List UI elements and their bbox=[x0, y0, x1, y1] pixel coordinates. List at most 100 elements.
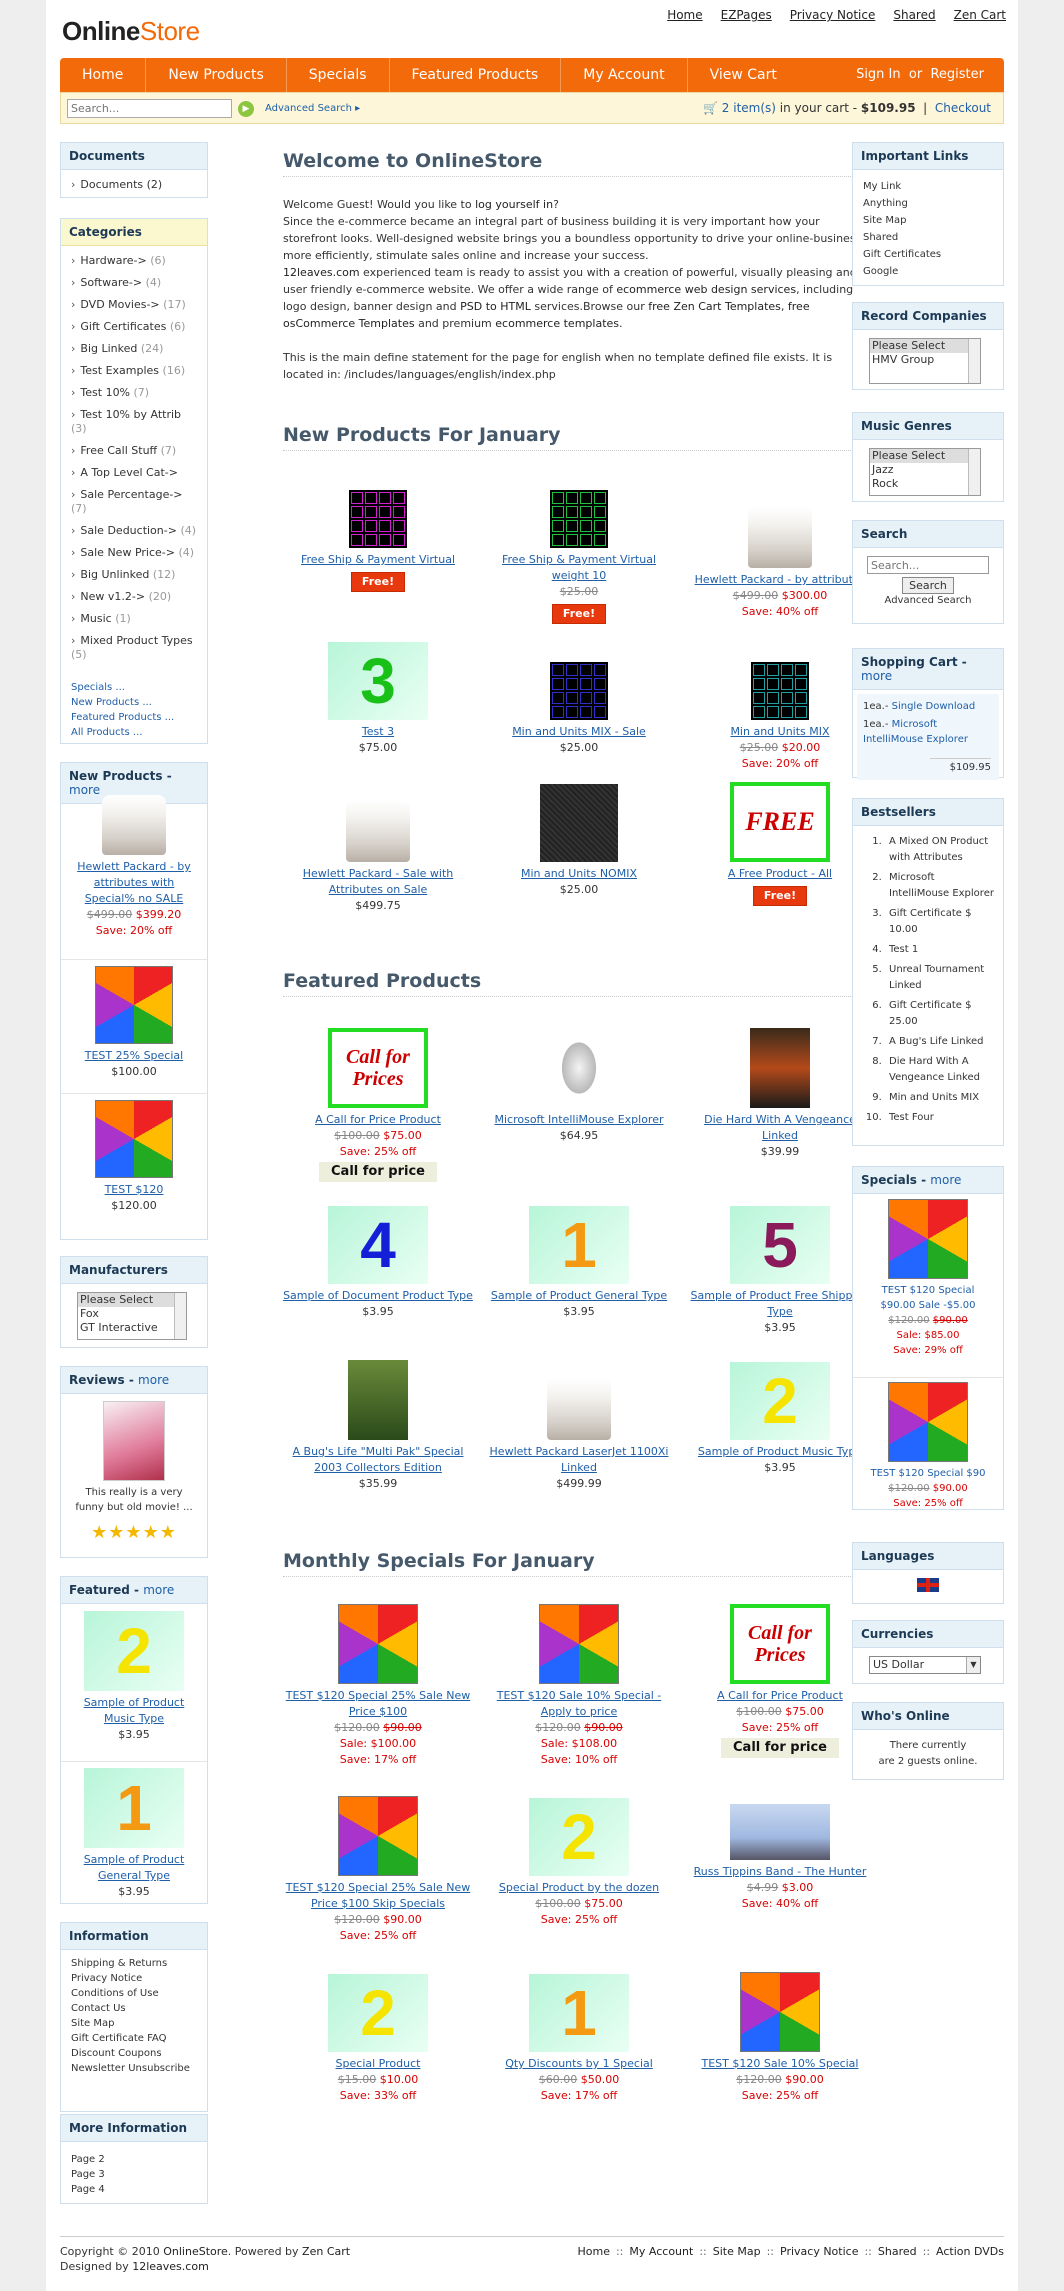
cart-item-link[interactable]: Single Download bbox=[892, 701, 976, 712]
bestseller-item[interactable]: A Bug's Life Linked bbox=[885, 1032, 995, 1052]
footer-link[interactable]: Privacy Notice bbox=[780, 2245, 858, 2258]
manufacturers-select[interactable]: Please Select Fox GT Interactive bbox=[77, 1292, 187, 1340]
footer-link[interactable]: Action DVDs bbox=[936, 2245, 1004, 2258]
product-link[interactable]: Free Ship & Payment Virtual weight 10 bbox=[474, 552, 684, 584]
right-search-button[interactable]: Search bbox=[902, 577, 954, 594]
product-link[interactable]: Microsoft IntelliMouse Explorer bbox=[474, 1112, 684, 1128]
product-link[interactable]: Sample of Product General Type bbox=[61, 1852, 207, 1884]
login-link[interactable]: log yourself in bbox=[475, 198, 553, 211]
12leaves-link[interactable]: 12leaves.com bbox=[283, 266, 360, 279]
category-item[interactable]: › A Top Level Cat-> bbox=[71, 462, 199, 484]
call-for-prices-image[interactable]: Call for Prices bbox=[328, 1028, 428, 1108]
number-2-image[interactable]: 2 bbox=[730, 1362, 830, 1440]
product-link[interactable]: Test 3 bbox=[273, 724, 483, 740]
grid-image[interactable] bbox=[751, 662, 809, 720]
category-item[interactable]: › Sale Deduction-> (4) bbox=[71, 520, 199, 542]
mouse-image[interactable] bbox=[539, 1028, 619, 1108]
product-link[interactable]: TEST $120 Special 25% Sale New Price $10… bbox=[273, 1688, 483, 1720]
more-info-link[interactable]: Page 4 bbox=[71, 2182, 197, 2197]
category-item[interactable]: › Test Examples (16) bbox=[71, 360, 199, 382]
number-1-image[interactable]: 1 bbox=[529, 1206, 629, 1284]
buttons-image[interactable] bbox=[539, 1604, 619, 1684]
printer-image[interactable] bbox=[748, 506, 812, 568]
buttons-image[interactable] bbox=[740, 1972, 820, 2052]
product-link[interactable]: Sample of Product General Type bbox=[474, 1288, 684, 1304]
product-link[interactable]: A Bug's Life "Multi Pak" Special 2003 Co… bbox=[273, 1444, 483, 1476]
bestseller-item[interactable]: Test 1 bbox=[885, 940, 995, 960]
product-link[interactable]: Hewlett Packard - by attributes with Spe… bbox=[61, 859, 207, 907]
category-item[interactable]: › Big Unlinked (12) bbox=[71, 564, 199, 586]
product-link[interactable]: TEST $120 Sale 10% Special - Apply to pr… bbox=[474, 1688, 684, 1720]
design-services-link[interactable]: ecommerce web design services bbox=[616, 283, 796, 296]
product-link[interactable]: TEST $120 Sale 10% Special bbox=[675, 2056, 885, 2072]
sign-in-link[interactable]: Sign In bbox=[856, 67, 901, 82]
grid-image[interactable] bbox=[349, 490, 407, 548]
number-4-image[interactable]: 4 bbox=[328, 1206, 428, 1284]
dvd-cover-image[interactable] bbox=[103, 1401, 165, 1481]
more-info-link[interactable]: Page 3 bbox=[71, 2167, 197, 2182]
call-for-prices-image[interactable]: Call for Prices bbox=[730, 1604, 830, 1684]
register-link[interactable]: Register bbox=[930, 67, 984, 82]
right-advanced-search-link[interactable]: Advanced Search bbox=[853, 595, 1003, 606]
important-link[interactable]: Site Map bbox=[863, 212, 993, 229]
buttons-image[interactable] bbox=[95, 966, 173, 1044]
bestseller-item[interactable]: Die Hard With A Vengeance Linked bbox=[885, 1052, 995, 1088]
printer-image[interactable] bbox=[547, 1378, 611, 1440]
information-link[interactable]: Newsletter Unsubscribe bbox=[71, 2061, 197, 2076]
important-link[interactable]: My Link bbox=[863, 178, 993, 195]
number-3-image[interactable]: 3 bbox=[328, 642, 428, 720]
category-item[interactable]: › Big Linked (24) bbox=[71, 338, 199, 360]
reviews-more-link[interactable]: more bbox=[138, 1373, 169, 1387]
important-link[interactable]: Google bbox=[863, 263, 993, 280]
buttons-image[interactable] bbox=[338, 1604, 418, 1684]
footer-link[interactable]: Site Map bbox=[713, 2245, 761, 2258]
link-specials[interactable]: Specials ... bbox=[71, 680, 197, 695]
top-link-privacy[interactable]: Privacy Notice bbox=[790, 8, 876, 22]
noise-image[interactable] bbox=[540, 784, 618, 862]
buttons-image[interactable] bbox=[338, 1796, 418, 1876]
top-link-shared[interactable]: Shared bbox=[893, 8, 935, 22]
category-item[interactable]: › Music (1) bbox=[71, 608, 199, 630]
store-logo[interactable]: OnlineStore bbox=[62, 16, 200, 47]
footer-link[interactable]: My Account bbox=[629, 2245, 693, 2258]
product-link[interactable]: Special Product bbox=[273, 2056, 483, 2072]
dvd-cover-image[interactable] bbox=[750, 1028, 810, 1108]
information-link[interactable]: Contact Us bbox=[71, 2001, 197, 2016]
product-link[interactable]: Russ Tippins Band - The Hunter bbox=[675, 1864, 885, 1880]
important-link[interactable]: Anything bbox=[863, 195, 993, 212]
product-link[interactable]: Hewlett Packard - Sale with Attributes o… bbox=[273, 866, 483, 898]
review-text[interactable]: This really is a very funny but old movi… bbox=[61, 1485, 207, 1515]
footer-zencart-link[interactable]: Zen Cart bbox=[302, 2245, 350, 2258]
important-link[interactable]: Shared bbox=[863, 229, 993, 246]
number-5-image[interactable]: 5 bbox=[730, 1206, 830, 1284]
category-item[interactable]: › Software-> (4) bbox=[71, 272, 199, 294]
top-link-home[interactable]: Home bbox=[667, 8, 702, 22]
top-link-ezpages[interactable]: EZPages bbox=[721, 8, 772, 22]
search-go-icon[interactable]: ▶ bbox=[238, 101, 254, 117]
nav-new-products[interactable]: New Products bbox=[146, 58, 287, 92]
product-link[interactable]: TEST $120 Special $90.00 Sale -$5.00 bbox=[853, 1283, 1003, 1313]
bestseller-item[interactable]: Unreal Tournament Linked bbox=[885, 960, 995, 996]
right-search-input[interactable] bbox=[867, 556, 989, 574]
bestseller-item[interactable]: Gift Certificate $ 10.00 bbox=[885, 904, 995, 940]
category-item[interactable]: › New v1.2-> (20) bbox=[71, 586, 199, 608]
music-genres-select[interactable]: Please Select Jazz Rock bbox=[869, 448, 981, 496]
nav-featured-products[interactable]: Featured Products bbox=[390, 58, 562, 92]
category-item[interactable]: › Hardware-> (6) bbox=[71, 250, 199, 272]
checkout-link[interactable]: Checkout bbox=[935, 101, 991, 115]
more-info-link[interactable]: Page 2 bbox=[71, 2152, 197, 2167]
category-item[interactable]: › Test 10% (7) bbox=[71, 382, 199, 404]
information-link[interactable]: Site Map bbox=[71, 2016, 197, 2031]
footer-link[interactable]: Shared bbox=[878, 2245, 917, 2258]
category-item[interactable]: › Sale New Price-> (4) bbox=[71, 542, 199, 564]
link-all-products[interactable]: All Products ... bbox=[71, 725, 197, 740]
category-item[interactable]: › Mixed Product Types (5) bbox=[71, 630, 199, 666]
psd-to-html-link[interactable]: PSD to HTML bbox=[460, 300, 531, 313]
grid-image[interactable] bbox=[550, 490, 608, 548]
product-link[interactable]: TEST $120 bbox=[61, 1182, 207, 1198]
important-link[interactable]: Gift Certificates bbox=[863, 246, 993, 263]
number-2-image[interactable]: 2 bbox=[328, 1974, 428, 2052]
nav-view-cart[interactable]: View Cart bbox=[688, 58, 799, 92]
advanced-search-link[interactable]: Advanced Search ▸ bbox=[265, 103, 360, 114]
footer-link[interactable]: Home bbox=[577, 2245, 609, 2258]
